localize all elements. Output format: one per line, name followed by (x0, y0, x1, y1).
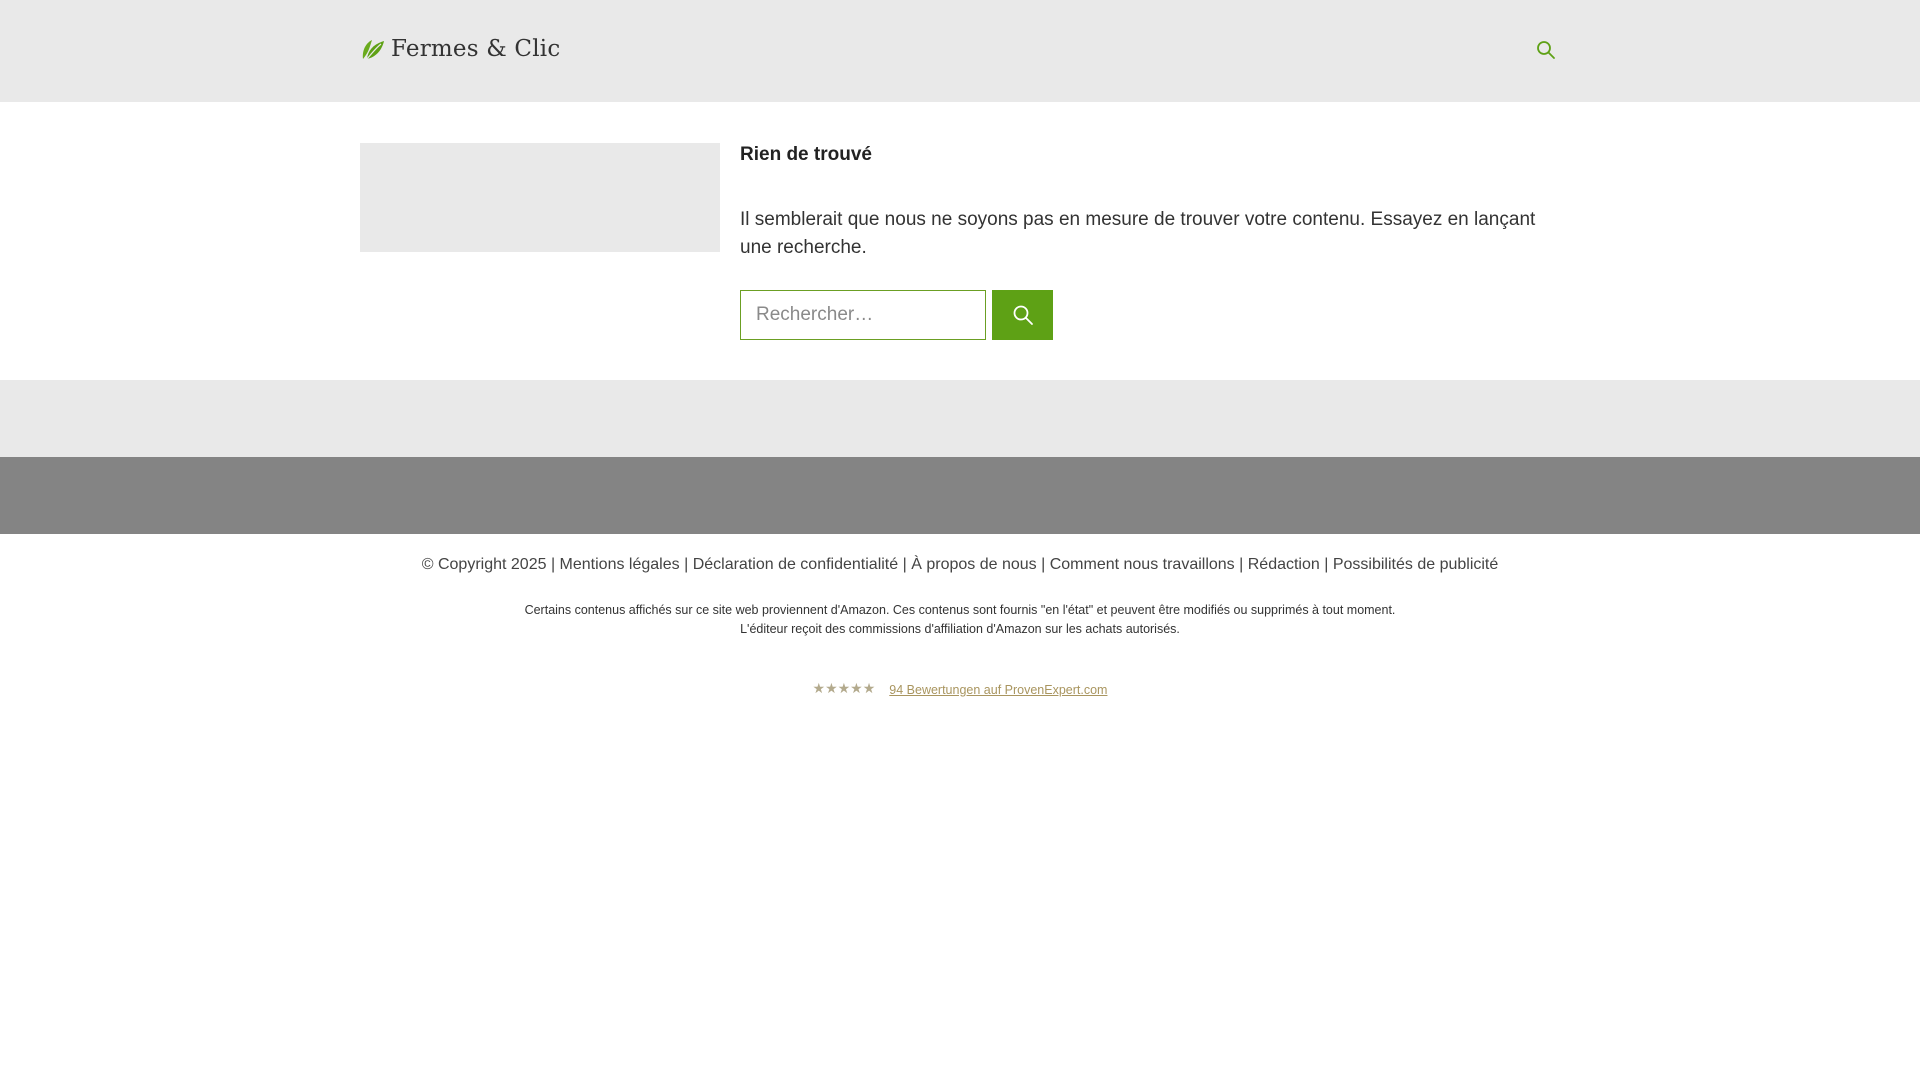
amazon-disclaimer: Certains contenus affichés sur ce site w… (0, 601, 1920, 639)
site-header: Fermes & Clic (0, 0, 1920, 102)
footer-link-how-we-work[interactable]: Comment nous travaillons (1050, 556, 1235, 573)
site-logo[interactable]: Fermes & Clic (360, 36, 560, 62)
disclaimer-line-1: Certains contenus affichés sur ce site w… (524, 603, 1396, 617)
footer-bar (0, 457, 1920, 534)
separator: | (684, 556, 689, 573)
footer-widget-area (0, 380, 1920, 457)
not-found-message: Il semblerait que nous ne soyons pas en … (740, 209, 1536, 258)
separator: | (550, 556, 556, 573)
footer-link-mentions-legales[interactable]: Mentions légales (560, 556, 680, 573)
separator: | (902, 556, 907, 573)
disclaimer-line-2: L'éditeur reçoit des commissions d'affil… (740, 622, 1180, 636)
rating-stars: ★★★★★ (812, 680, 876, 696)
logo-text: Fermes & Clic (391, 36, 561, 62)
search-icon (1013, 305, 1033, 325)
provenexpert-rating: ★★★★★ 94 Bewertungen auf ProvenExpert.co… (0, 680, 1920, 697)
image-placeholder (360, 143, 720, 252)
footer-link-redaction[interactable]: Rédaction (1248, 556, 1320, 573)
separator: | (1324, 556, 1329, 573)
footer-link-advertising[interactable]: Possibilités de publicité (1333, 556, 1498, 573)
page-title: Rien de trouvé (740, 144, 872, 165)
main-content: Rien de trouvé Il semblerait que nous ne… (740, 143, 1560, 262)
leaf-icon (362, 40, 384, 60)
copyright-text: © Copyright 2025 (421, 556, 547, 573)
footer-nav: © Copyright 2025 | Mentions légales | Dé… (0, 555, 1920, 575)
separator: | (1041, 556, 1046, 573)
search-form (740, 290, 1053, 340)
search-input[interactable] (740, 290, 986, 340)
search-icon (1537, 41, 1555, 59)
rating-link[interactable]: 94 Bewertungen auf ProvenExpert.com (889, 683, 1107, 697)
separator: | (1239, 556, 1244, 573)
header-search-button[interactable] (1536, 40, 1556, 60)
search-submit-button[interactable] (992, 290, 1053, 340)
footer-link-about[interactable]: À propos de nous (911, 556, 1036, 573)
footer-link-privacy[interactable]: Déclaration de confidentialité (693, 556, 898, 573)
